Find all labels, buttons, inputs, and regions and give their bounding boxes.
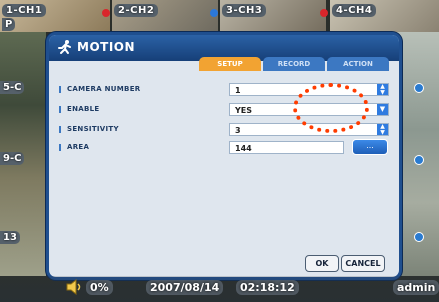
- spinner-arrows-icon[interactable]: ▲ ▼: [377, 124, 388, 136]
- tab-setup[interactable]: SETUP: [199, 57, 261, 71]
- camera-tile-3[interactable]: 3-CH3: [220, 0, 326, 32]
- corner-label: P: [2, 18, 16, 31]
- area-setup-button[interactable]: ...: [352, 139, 388, 155]
- tab-record[interactable]: RECORD: [263, 57, 325, 71]
- camera-tile-4[interactable]: 4-CH4: [330, 0, 439, 32]
- setting-value: 1: [235, 86, 241, 95]
- status-dot: [210, 9, 218, 17]
- setting-label: ENABLE: [59, 105, 99, 113]
- camera-label: 2-CH2: [114, 4, 159, 17]
- setting-label: CAMERA NUMBER: [59, 85, 140, 93]
- camera-tile-2[interactable]: 2-CH2: [112, 0, 218, 32]
- record-dot: [320, 9, 328, 17]
- time-display: 02:18:12: [236, 280, 299, 295]
- cancel-button[interactable]: CANCEL: [341, 255, 385, 272]
- setting-value: 144: [235, 144, 252, 153]
- motion-dialog: MOTION SETUP RECORD ACTION CAMERA NUMBER…: [46, 32, 402, 280]
- camera-label-13: 13: [0, 231, 20, 244]
- volume-level: 0%: [86, 280, 113, 295]
- camera-label: 4-CH4: [332, 4, 377, 17]
- camera-tile-1[interactable]: 1-CH1: [0, 0, 110, 32]
- date-display: 2007/08/14: [146, 280, 224, 295]
- camera-label-9: 9-C: [0, 152, 25, 165]
- setting-label: SENSITIVITY: [59, 125, 119, 133]
- status-dot: [414, 83, 424, 93]
- setting-value: 3: [235, 126, 241, 135]
- spinner-arrows-icon[interactable]: ▲ ▼: [377, 84, 388, 96]
- user-display[interactable]: admin: [393, 280, 439, 295]
- tab-action[interactable]: ACTION: [327, 57, 389, 71]
- motion-icon: [58, 40, 71, 54]
- camera-label-5: 5-C: [0, 81, 25, 94]
- setting-label: AREA: [59, 143, 89, 151]
- camera-label: 3-CH3: [222, 4, 267, 17]
- camera-label: 1-CH1: [2, 4, 47, 17]
- status-dot: [414, 232, 424, 242]
- speaker-icon[interactable]: [66, 279, 84, 295]
- record-dot: [102, 9, 110, 17]
- chevron-down-icon[interactable]: ▼: [377, 104, 388, 115]
- setting-row-area: AREA 144 ...: [59, 139, 389, 157]
- area-field: 144: [229, 141, 344, 154]
- dialog-title: MOTION: [77, 40, 136, 54]
- tab-bar: SETUP RECORD ACTION: [199, 57, 389, 71]
- status-dot: [414, 155, 424, 165]
- setting-value: YES: [235, 106, 253, 115]
- highlight-annotation: [293, 83, 369, 133]
- ok-button[interactable]: OK: [305, 255, 339, 272]
